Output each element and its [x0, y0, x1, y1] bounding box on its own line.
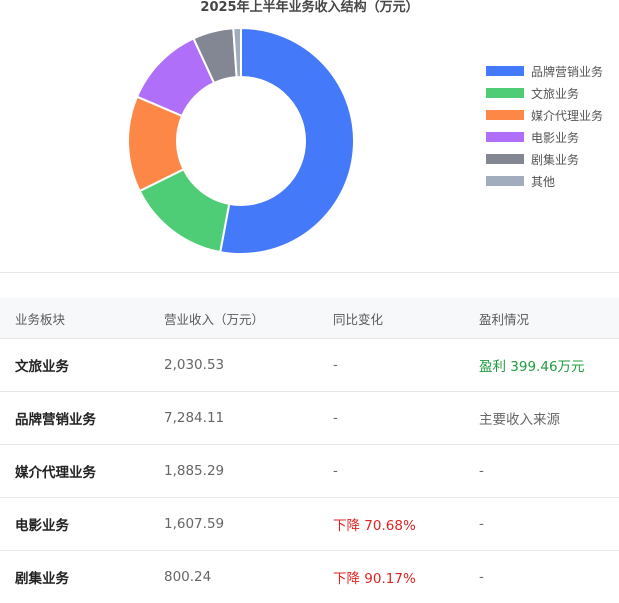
- profit-cell: -: [464, 445, 619, 498]
- header-revenue: 营业收入（万元）: [149, 298, 318, 339]
- segment-cell: 剧集业务: [0, 551, 149, 603]
- legend-item[interactable]: 品牌营销业务: [486, 60, 603, 82]
- divider: [0, 272, 619, 273]
- legend-label: 文旅业务: [531, 85, 579, 102]
- header-segment: 业务板块: [0, 298, 149, 339]
- legend-item[interactable]: 媒介代理业务: [486, 104, 603, 126]
- donut-chart: [0, 0, 480, 270]
- legend-swatch: [486, 110, 524, 120]
- profit-cell: -: [464, 498, 619, 551]
- chart-legend: 品牌营销业务文旅业务媒介代理业务电影业务剧集业务其他: [486, 60, 603, 192]
- revenue-cell: 1,607.59: [149, 498, 318, 551]
- legend-label: 剧集业务: [531, 151, 579, 168]
- segment-cell: 文旅业务: [0, 339, 149, 392]
- yoy-cell: -: [318, 339, 464, 392]
- header-profit: 盈利情况: [464, 298, 619, 339]
- yoy-cell: -: [318, 445, 464, 498]
- legend-swatch: [486, 66, 524, 76]
- revenue-cell: 800.24: [149, 551, 318, 603]
- legend-label: 其他: [531, 173, 555, 190]
- segment-cell: 电影业务: [0, 498, 149, 551]
- legend-item[interactable]: 文旅业务: [486, 82, 603, 104]
- yoy-cell: 下降 70.68%: [318, 498, 464, 551]
- profit-cell: 盈利 399.46万元: [464, 339, 619, 392]
- table-row: 文旅业务2,030.53-盈利 399.46万元: [0, 339, 619, 392]
- table-row: 剧集业务800.24下降 90.17%-: [0, 551, 619, 603]
- revenue-cell: 7,284.11: [149, 392, 318, 445]
- segment-cell: 媒介代理业务: [0, 445, 149, 498]
- table-row: 电影业务1,607.59下降 70.68%-: [0, 498, 619, 551]
- table-header-row: 业务板块 营业收入（万元） 同比变化 盈利情况: [0, 298, 619, 339]
- legend-swatch: [486, 132, 524, 142]
- table-row: 品牌营销业务7,284.11-主要收入来源: [0, 392, 619, 445]
- yoy-cell: 下降 90.17%: [318, 551, 464, 603]
- revenue-cell: 2,030.53: [149, 339, 318, 392]
- legend-label: 媒介代理业务: [531, 107, 603, 124]
- legend-swatch: [486, 154, 524, 164]
- header-yoy: 同比变化: [318, 298, 464, 339]
- segment-cell: 品牌营销业务: [0, 392, 149, 445]
- profit-cell: 主要收入来源: [464, 392, 619, 445]
- yoy-cell: -: [318, 392, 464, 445]
- revenue-cell: 1,885.29: [149, 445, 318, 498]
- legend-label: 品牌营销业务: [531, 63, 603, 80]
- legend-swatch: [486, 176, 524, 186]
- legend-item[interactable]: 其他: [486, 170, 603, 192]
- profit-cell: -: [464, 551, 619, 603]
- legend-label: 电影业务: [531, 129, 579, 146]
- table-row: 媒介代理业务1,885.29--: [0, 445, 619, 498]
- revenue-table: 业务板块 营业收入（万元） 同比变化 盈利情况 文旅业务2,030.53-盈利 …: [0, 298, 619, 603]
- legend-item[interactable]: 电影业务: [486, 126, 603, 148]
- legend-swatch: [486, 88, 524, 98]
- legend-item[interactable]: 剧集业务: [486, 148, 603, 170]
